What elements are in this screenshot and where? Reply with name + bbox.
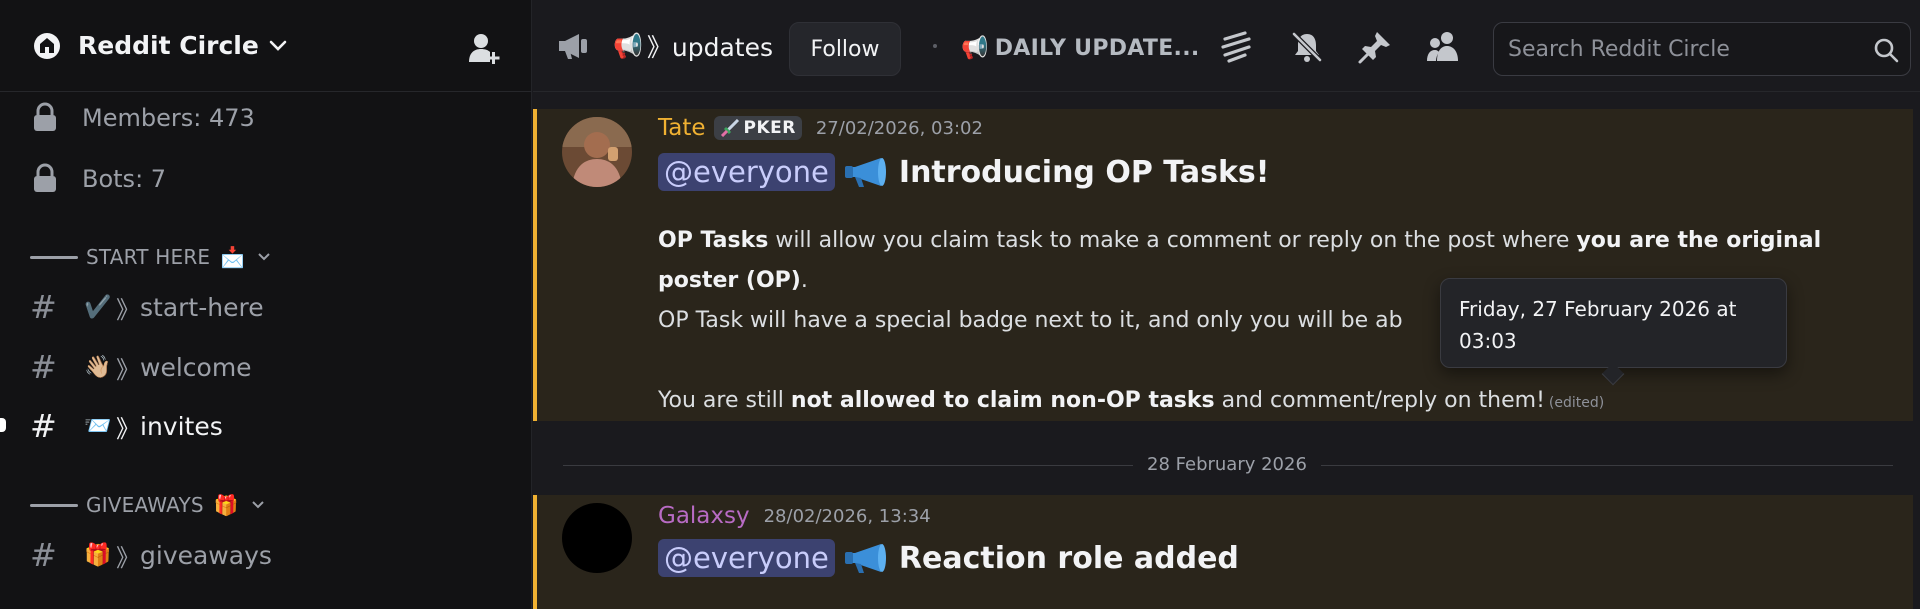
chevron-down-icon[interactable] [257, 252, 271, 262]
avatar[interactable] [562, 117, 632, 187]
channel-title-label: 》updates [646, 33, 774, 62]
channel-header: 📢 》updates Follow 📢 DAILY UPDATE... Sear… [533, 0, 1920, 92]
header-divider-dot [933, 44, 937, 48]
message-item[interactable]: Galaxsy 28/02/2026, 13:34 @everyone Reac… [533, 495, 1913, 609]
megaphone-emoji: 📢 [613, 32, 643, 60]
gift-emoji: 🎁 [84, 542, 112, 568]
wave-emoji: 👋🏼 [84, 354, 112, 380]
inbox-emoji: 📩 [220, 245, 246, 269]
server-header[interactable]: Reddit Circle [0, 0, 532, 92]
body-text-3-post: and comment/reply on them! [1214, 388, 1545, 413]
channel-separator: 》 [116, 414, 140, 443]
bots-label: Bots: 7 [82, 165, 167, 193]
channel-label: giveaways [140, 540, 272, 570]
hash-icon: # [30, 348, 57, 386]
bold-op-tasks: OP Tasks [658, 228, 769, 253]
megaphone-emoji-icon [843, 541, 889, 575]
channel-start-here[interactable]: # ✔️ 》 start-here [30, 287, 264, 327]
hash-icon: # [30, 536, 57, 574]
gift-emoji: 🎁 [213, 493, 239, 517]
channel-label: start-here [140, 292, 264, 322]
timestamp[interactable]: 28/02/2026, 13:34 [764, 506, 931, 527]
lock-icon [32, 102, 62, 134]
category-dash [30, 255, 78, 259]
headline-text: Reaction role added [898, 540, 1239, 576]
bold-not-allowed: not allowed to claim non-OP tasks [790, 388, 1215, 413]
search-icon[interactable] [1872, 36, 1900, 64]
message-headline: @everyone Reaction role added [658, 539, 1239, 577]
tooltip-line-2: 03:03 [1459, 329, 1517, 353]
invite-people-icon[interactable] [467, 30, 503, 66]
hash-icon: # [30, 288, 57, 326]
invite-emoji: 📨 [84, 413, 112, 439]
search-input[interactable]: Search Reddit Circle [1493, 22, 1911, 76]
category-giveaways[interactable]: GIVEAWAYS 🎁 [30, 493, 265, 517]
bots-count: Bots: 7 [32, 163, 166, 195]
message-header: Tate PKER 27/02/2026, 03:02 [658, 115, 983, 141]
avatar[interactable] [562, 503, 632, 573]
check-emoji: ✔️ [84, 294, 112, 320]
author-name[interactable]: Galaxsy [658, 503, 750, 529]
members-count: Members: 473 [32, 102, 255, 134]
sword-icon [720, 119, 740, 137]
author-name[interactable]: Tate [658, 115, 706, 141]
members-label: Members: 473 [82, 104, 255, 132]
unread-indicator [0, 418, 6, 432]
category-label: START HERE [86, 245, 211, 269]
channel-welcome[interactable]: # 👋🏼 》 welcome [30, 347, 252, 387]
channel-separator: 》 [116, 355, 140, 384]
body-text-3-pre: You are still [658, 388, 791, 413]
category-label: GIVEAWAYS [86, 493, 204, 517]
channel-separator: 》 [116, 543, 140, 572]
megaphone-emoji-icon [843, 155, 889, 189]
channel-giveaways[interactable]: # 🎁 》 giveaways [30, 535, 272, 575]
body-text-1: will allow you claim task to make a comm… [768, 228, 1577, 253]
date-divider-label: 28 February 2026 [1133, 454, 1321, 475]
server-name[interactable]: Reddit Circle [78, 31, 259, 60]
chevron-down-icon[interactable] [251, 500, 265, 510]
threads-icon[interactable] [1218, 28, 1256, 66]
role-label: PKER [743, 118, 796, 138]
server-home-icon [32, 31, 62, 61]
channel-topic[interactable]: 📢 DAILY UPDATE... [961, 36, 1200, 61]
channel-label: welcome [140, 352, 252, 382]
body-text-1-end: . [800, 268, 808, 293]
pin-icon[interactable] [1356, 28, 1394, 66]
search-placeholder: Search Reddit Circle [1508, 36, 1730, 62]
everyone-mention[interactable]: @everyone [658, 539, 835, 577]
channel-title: 📢 》updates [613, 28, 773, 64]
channel-sidebar: Reddit Circle Members: 473 Bots: 7 START… [0, 0, 532, 609]
message-item[interactable]: Tate PKER 27/02/2026, 03:02 @everyone In… [533, 109, 1913, 421]
category-dash [30, 503, 78, 507]
mute-bell-icon[interactable] [1288, 28, 1326, 66]
message-header: Galaxsy 28/02/2026, 13:34 [658, 503, 931, 529]
body-text-2: OP Task will have a special badge next t… [658, 308, 1403, 333]
channel-invites[interactable]: # 📨 》 invites [30, 406, 223, 446]
follow-button[interactable]: Follow [789, 22, 901, 76]
channel-topic-label: DAILY UPDATE... [994, 36, 1200, 61]
timestamp-tooltip: Friday, 27 February 2026 at 03:03 [1440, 278, 1787, 368]
channel-label: invites [140, 411, 223, 441]
members-list-icon[interactable] [1424, 28, 1462, 66]
everyone-mention[interactable]: @everyone [658, 153, 835, 191]
lock-icon [32, 163, 62, 195]
category-start-here[interactable]: START HERE 📩 [30, 245, 271, 269]
headline-text: Introducing OP Tasks! [898, 154, 1270, 190]
message-headline: @everyone Introducing OP Tasks! [658, 153, 1269, 191]
edited-marker[interactable]: (edited) [1549, 395, 1604, 411]
discord-app: Reddit Circle Members: 473 Bots: 7 START… [0, 0, 1920, 609]
loudspeaker-emoji: 📢 [961, 36, 989, 61]
timestamp[interactable]: 27/02/2026, 03:02 [816, 118, 983, 139]
announcement-channel-icon [557, 30, 593, 62]
chevron-down-icon[interactable] [269, 40, 287, 52]
hash-icon: # [30, 407, 57, 445]
role-badge[interactable]: PKER [713, 116, 802, 140]
channel-separator: 》 [116, 295, 140, 324]
tooltip-line-1: Friday, 27 February 2026 at [1459, 297, 1737, 321]
